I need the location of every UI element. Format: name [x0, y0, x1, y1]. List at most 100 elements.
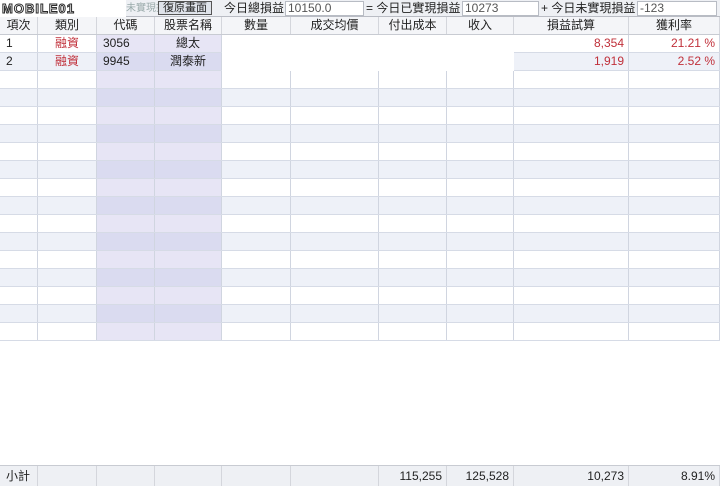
empty-cell [222, 179, 291, 196]
empty-cell [38, 179, 97, 196]
empty-cell [514, 179, 629, 196]
empty-cell [38, 89, 97, 106]
empty-table-row[interactable] [0, 215, 720, 233]
col-header-pnl[interactable]: 損益試算 [514, 17, 629, 34]
empty-table-row[interactable] [0, 161, 720, 179]
empty-cell [97, 215, 155, 232]
empty-cell [447, 89, 514, 106]
empty-cell [155, 197, 222, 214]
summary-label: 小計 [0, 466, 38, 486]
col-header-avg-price[interactable]: 成交均價 [291, 17, 379, 34]
empty-cell [291, 251, 379, 268]
empty-cell [291, 233, 379, 250]
empty-cell [629, 197, 720, 214]
empty-cell [0, 107, 38, 124]
empty-cell [379, 323, 447, 340]
empty-cell [629, 107, 720, 124]
empty-cell [379, 161, 447, 178]
empty-cell [38, 269, 97, 286]
empty-cell [38, 197, 97, 214]
redaction-mask [222, 35, 514, 71]
col-header-qty[interactable]: 數量 [222, 17, 291, 34]
empty-cell [291, 107, 379, 124]
empty-cell [97, 107, 155, 124]
empty-cell [0, 233, 38, 250]
empty-cell [447, 161, 514, 178]
summary-income: 125,528 [447, 466, 514, 486]
empty-cell [291, 71, 379, 88]
empty-table-row[interactable] [0, 269, 720, 287]
empty-cell [514, 251, 629, 268]
empty-cell [447, 233, 514, 250]
empty-cell [155, 71, 222, 88]
cell-name: 潤泰新 [155, 53, 222, 70]
empty-table-row[interactable] [0, 251, 720, 269]
empty-cell [97, 179, 155, 196]
empty-cell [629, 89, 720, 106]
empty-cell [447, 71, 514, 88]
empty-cell [379, 251, 447, 268]
col-header-income[interactable]: 收入 [447, 17, 514, 34]
empty-cell [629, 287, 720, 304]
col-header-name[interactable]: 股票名稱 [155, 17, 222, 34]
empty-cell [629, 125, 720, 142]
empty-cell [222, 71, 291, 88]
empty-table-row[interactable] [0, 233, 720, 251]
empty-cell [514, 89, 629, 106]
col-header-type[interactable]: 類別 [38, 17, 97, 34]
empty-cell [514, 305, 629, 322]
empty-table-row[interactable] [0, 287, 720, 305]
realized-pnl-field[interactable]: 10273 [462, 1, 539, 16]
empty-cell [155, 179, 222, 196]
empty-cell [38, 233, 97, 250]
unrealized-pnl-field[interactable]: -123 [637, 1, 717, 16]
empty-cell [447, 287, 514, 304]
empty-cell [155, 107, 222, 124]
empty-cell [38, 125, 97, 142]
empty-cell [0, 215, 38, 232]
empty-cell [222, 125, 291, 142]
logo-text: MOBILE01 [1, 1, 76, 17]
summary-rate: 8.91% [629, 466, 720, 486]
col-header-cost[interactable]: 付出成本 [379, 17, 447, 34]
col-header-index[interactable]: 項次 [0, 17, 38, 34]
empty-cell [379, 287, 447, 304]
empty-cell [97, 251, 155, 268]
empty-cell [155, 143, 222, 160]
empty-cell [0, 251, 38, 268]
empty-cell [379, 197, 447, 214]
summary-empty [291, 466, 379, 486]
empty-cell [447, 107, 514, 124]
empty-cell [38, 143, 97, 160]
empty-cell [97, 161, 155, 178]
empty-cell [291, 143, 379, 160]
cell-pnl: 1,919 [514, 53, 629, 70]
empty-table-row[interactable] [0, 323, 720, 341]
cell-type: 融資 [38, 35, 97, 52]
empty-cell [155, 125, 222, 142]
empty-cell [379, 125, 447, 142]
empty-cell [97, 269, 155, 286]
empty-table-row[interactable] [0, 125, 720, 143]
reset-view-button[interactable]: 復原畫面 [158, 1, 212, 15]
total-pnl-field[interactable]: 10150.0 [285, 1, 364, 16]
empty-cell [0, 269, 38, 286]
empty-table-row[interactable] [0, 197, 720, 215]
empty-table-row[interactable] [0, 305, 720, 323]
empty-table-row[interactable] [0, 107, 720, 125]
empty-cell [379, 143, 447, 160]
empty-table-row[interactable] [0, 179, 720, 197]
empty-cell [379, 107, 447, 124]
empty-cell [155, 287, 222, 304]
empty-cell [514, 323, 629, 340]
empty-cell [155, 305, 222, 322]
cell-code: 3056 [97, 35, 155, 52]
empty-table-row[interactable] [0, 143, 720, 161]
empty-cell [222, 323, 291, 340]
empty-table-row[interactable] [0, 89, 720, 107]
col-header-rate[interactable]: 獲利率 [629, 17, 720, 34]
empty-cell [629, 161, 720, 178]
empty-cell [514, 287, 629, 304]
col-header-code[interactable]: 代碼 [97, 17, 155, 34]
empty-table-row[interactable] [0, 71, 720, 89]
